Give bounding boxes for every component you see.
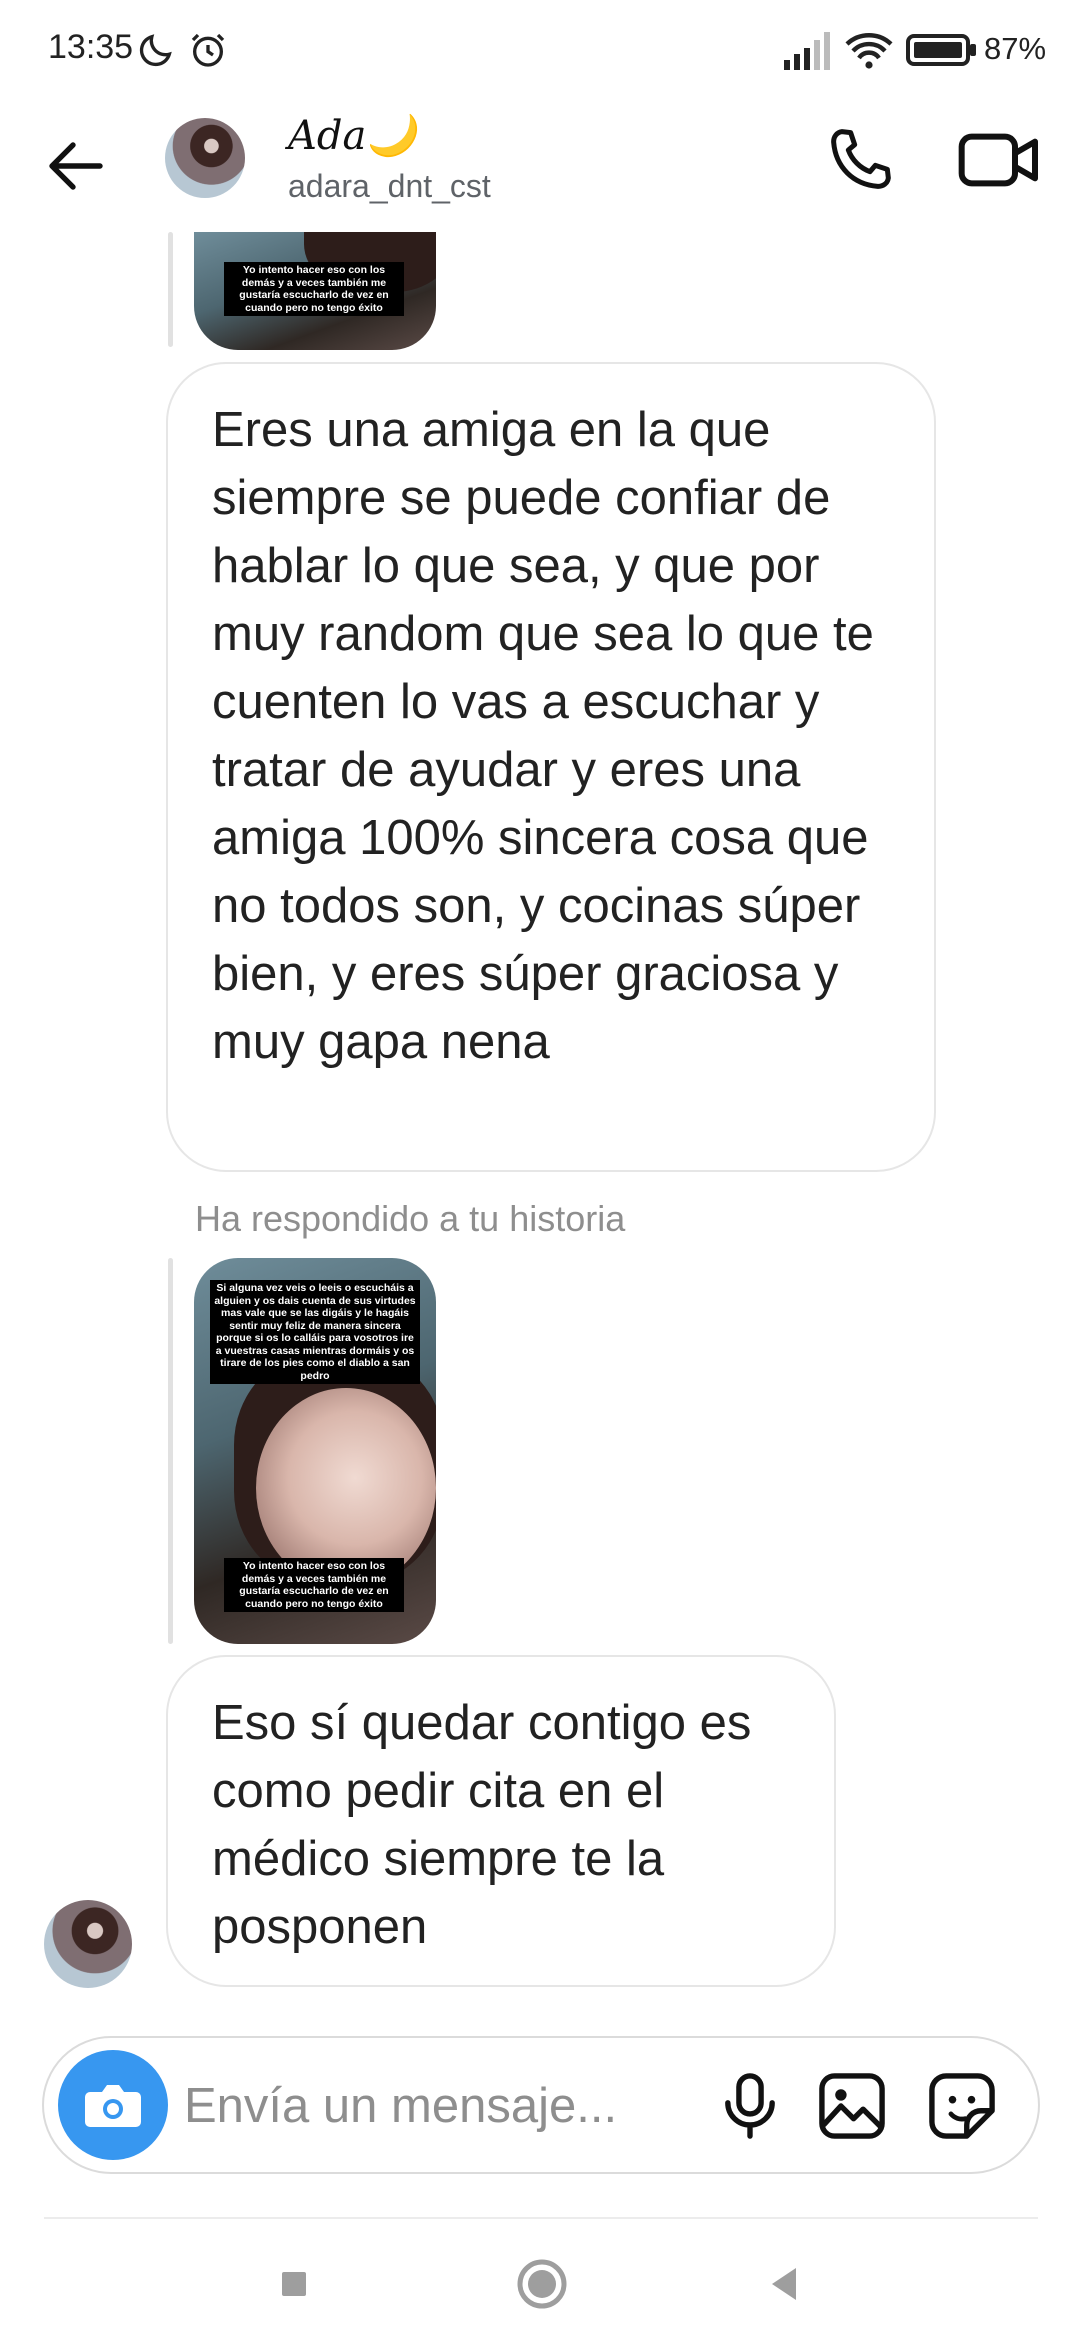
message-composer bbox=[42, 2036, 1040, 2174]
message-input[interactable] bbox=[184, 2066, 684, 2146]
phone-icon[interactable] bbox=[820, 120, 900, 200]
story-caption: Yo intento hacer eso con los demás y a v… bbox=[224, 262, 404, 316]
story-reply-line bbox=[168, 232, 173, 347]
divider bbox=[44, 2217, 1038, 2219]
back-icon[interactable] bbox=[754, 2252, 818, 2316]
battery-icon bbox=[906, 34, 976, 66]
recents-icon[interactable] bbox=[262, 2252, 326, 2316]
story-caption: Si alguna vez veis o leeis o escucháis a… bbox=[210, 1280, 420, 1384]
status-bar: 13:35 87% bbox=[0, 0, 1080, 100]
alarm-icon bbox=[191, 33, 225, 67]
story-caption: Yo intento hacer eso con los demás y a v… bbox=[224, 1558, 404, 1612]
contact-avatar[interactable] bbox=[165, 118, 245, 198]
story-reply-label: Ha respondido a tu historia bbox=[195, 1198, 626, 1239]
camera-icon bbox=[85, 2085, 141, 2127]
chat-header: Ada🌙 adara_dnt_cst bbox=[0, 100, 1080, 235]
camera-button[interactable] bbox=[58, 2050, 168, 2160]
home-icon[interactable] bbox=[510, 2252, 574, 2316]
signal-icon bbox=[784, 32, 830, 70]
video-icon[interactable] bbox=[955, 120, 1045, 200]
contact-name[interactable]: Ada🌙 bbox=[288, 112, 416, 159]
wifi-icon bbox=[845, 33, 893, 69]
contact-username[interactable]: adara_dnt_cst bbox=[288, 168, 491, 205]
system-nav-bar bbox=[0, 2222, 1080, 2340]
gallery-icon[interactable] bbox=[814, 2068, 890, 2144]
story-reply-line bbox=[168, 1258, 173, 1644]
moon-icon bbox=[139, 34, 172, 67]
sticker-icon[interactable] bbox=[924, 2068, 1000, 2144]
battery-percentage: 87% bbox=[984, 31, 1047, 66]
status-time: 13:35 bbox=[48, 28, 134, 66]
message-bubble[interactable]: Eres una amiga en la que siempre se pued… bbox=[166, 362, 936, 1172]
back-arrow-icon[interactable] bbox=[40, 130, 112, 202]
microphone-icon[interactable] bbox=[712, 2068, 788, 2144]
story-thumbnail[interactable]: Si alguna vez veis o leeis o escucháis a… bbox=[194, 1258, 436, 1644]
message-bubble[interactable]: Eso sí quedar contigo es como pedir cita… bbox=[166, 1655, 836, 1987]
sender-avatar[interactable] bbox=[44, 1900, 132, 1988]
story-thumbnail[interactable]: Yo intento hacer eso con los demás y a v… bbox=[194, 232, 436, 350]
